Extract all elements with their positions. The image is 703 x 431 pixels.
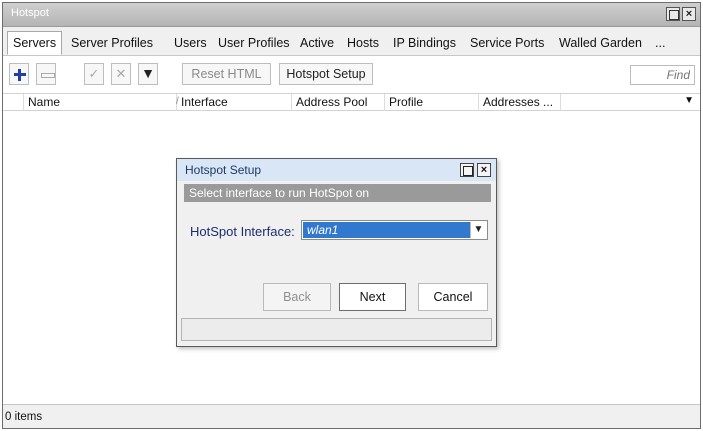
check-icon: ✓ bbox=[88, 66, 100, 81]
column-header-addresses[interactable]: Addresses ... bbox=[479, 94, 561, 111]
close-window-button[interactable]: × bbox=[682, 7, 696, 21]
tab-ip-bindings[interactable]: IP Bindings bbox=[387, 31, 462, 55]
tab-hosts[interactable]: Hosts bbox=[341, 31, 385, 55]
cross-icon: ✕ bbox=[115, 66, 127, 81]
tab-active[interactable]: Active bbox=[294, 31, 340, 55]
toolbar: ✓ ✕ ▼ Reset HTML Hotspot Setup bbox=[3, 55, 700, 93]
tab-user-profiles[interactable]: User Profiles bbox=[212, 31, 296, 55]
disable-button[interactable]: ✕ bbox=[111, 63, 131, 85]
dialog-status-field bbox=[181, 318, 492, 341]
column-header-profile[interactable]: Profile bbox=[385, 94, 479, 111]
find-input[interactable] bbox=[630, 65, 695, 85]
column-header-row: Name / Interface Address Pool Profile Ad… bbox=[3, 93, 700, 111]
hotspot-interface-select[interactable]: wlan1 ▼ bbox=[301, 220, 488, 240]
dialog-subtitle: Select interface to run HotSpot on bbox=[184, 184, 491, 202]
dropdown-arrow-icon[interactable]: ▼ bbox=[470, 222, 486, 238]
filter-icon: ▼ bbox=[141, 65, 155, 81]
dialog-close-button[interactable]: × bbox=[477, 163, 491, 177]
next-button[interactable]: Next bbox=[339, 283, 406, 311]
hotspot-window: Hotspot × Servers Server Profiles Users … bbox=[2, 2, 701, 429]
hotspot-interface-value: wlan1 bbox=[303, 222, 470, 238]
remove-button[interactable] bbox=[36, 63, 56, 85]
cancel-button[interactable]: Cancel bbox=[418, 283, 488, 311]
back-button[interactable]: Back bbox=[263, 283, 331, 311]
dialog-title: Hotspot Setup bbox=[185, 163, 262, 177]
column-header-address-pool[interactable]: Address Pool bbox=[292, 94, 385, 111]
column-menu-icon[interactable]: ▼ bbox=[684, 95, 694, 106]
status-bar: 0 items bbox=[3, 404, 700, 428]
hotspot-setup-dialog: Hotspot Setup × Select interface to run … bbox=[176, 158, 497, 347]
tab-service-ports[interactable]: Service Ports bbox=[464, 31, 550, 55]
hotspot-interface-label: HotSpot Interface: bbox=[190, 224, 295, 239]
tab-walled-garden[interactable]: Walled Garden bbox=[553, 31, 648, 55]
tab-users[interactable]: Users bbox=[168, 31, 213, 55]
dialog-restore-button[interactable] bbox=[460, 163, 474, 177]
add-button[interactable] bbox=[9, 63, 29, 85]
column-header-name[interactable]: Name bbox=[24, 94, 177, 111]
dialog-titlebar[interactable]: Hotspot Setup × bbox=[177, 159, 496, 181]
restore-window-button[interactable] bbox=[666, 7, 680, 21]
tab-more[interactable]: ... bbox=[649, 31, 671, 55]
enable-button[interactable]: ✓ bbox=[84, 63, 104, 85]
tab-bar: Servers Server Profiles Users User Profi… bbox=[3, 27, 700, 55]
window-titlebar[interactable]: Hotspot × bbox=[3, 3, 700, 27]
column-header-interface[interactable]: Interface bbox=[177, 94, 292, 111]
hotspot-setup-button[interactable]: Hotspot Setup bbox=[279, 63, 373, 85]
items-count: 0 items bbox=[5, 411, 43, 423]
reset-html-button[interactable]: Reset HTML bbox=[182, 63, 271, 85]
tab-server-profiles[interactable]: Server Profiles bbox=[65, 31, 159, 55]
tab-servers[interactable]: Servers bbox=[7, 31, 63, 55]
window-title: Hotspot bbox=[11, 7, 49, 19]
column-header-blank bbox=[3, 94, 24, 111]
filter-button[interactable]: ▼ bbox=[138, 63, 158, 85]
